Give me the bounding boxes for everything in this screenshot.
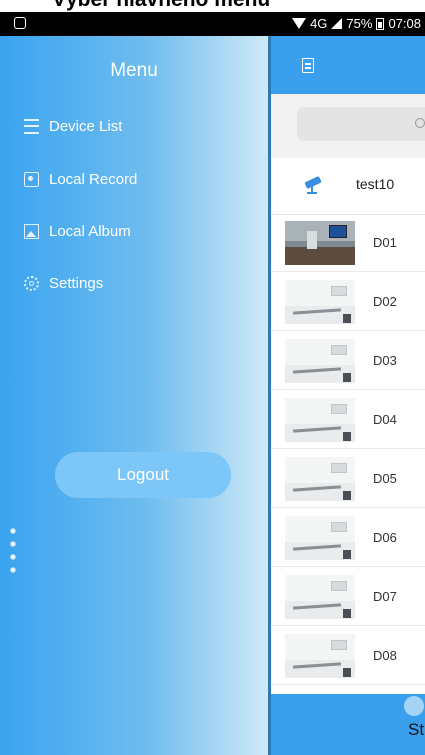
status-time: 07:08 [388,16,421,31]
channel-label: D04 [373,412,397,427]
channel-thumbnail [285,398,355,442]
channel-thumbnail [285,221,355,265]
notification-icon [14,17,26,29]
channel-thumbnail [285,575,355,619]
signal-icon [331,18,343,29]
gear-icon [24,275,39,291]
handle-dot [10,541,16,547]
channel-row[interactable]: D01 [271,215,425,272]
record-icon [24,171,39,187]
search-bar [271,94,425,158]
channel-row[interactable]: D07 [271,569,425,626]
bottom-bar: St [271,694,425,755]
channel-thumbnail [285,634,355,678]
menu-item-settings[interactable]: Settings [24,270,103,296]
handle-dot [10,567,16,573]
channel-label: D03 [373,353,397,368]
list-icon [24,118,39,134]
channel-row[interactable]: D06 [271,510,425,567]
channel-row[interactable]: D03 [271,333,425,390]
menu-item-label: Settings [49,274,104,292]
main-panel: test10 D01 D02 D03 D04 D05 D06 D07 D08 S… [271,36,425,755]
channel-thumbnail [285,457,355,501]
channel-row[interactable]: D04 [271,392,425,449]
handle-dot [10,554,16,560]
channel-label: D07 [373,589,397,604]
menu-item-local-record[interactable]: Local Record [24,166,137,192]
menu-item-label: Device List [49,117,123,135]
channel-thumbnail [285,339,355,383]
menu-item-label: Local Record [49,170,138,188]
bottom-action-label[interactable]: St [408,720,424,740]
drawer-drag-handle[interactable] [10,528,16,586]
battery-icon [376,17,385,30]
channel-thumbnail [285,516,355,560]
app-header [271,36,425,94]
menu-item-label: Local Album [49,222,131,240]
device-row[interactable]: test10 [271,158,425,215]
battery-percent: 75% [346,16,373,31]
caption-text: Výber hlavného menu [52,0,270,12]
search-icon [415,118,425,128]
drawer-title: Menu [110,60,158,81]
channel-label: D02 [373,294,397,309]
logout-button[interactable]: Logout [55,452,231,498]
menu-item-device-list[interactable]: Device List [24,113,122,139]
device-name: test10 [356,176,395,192]
channel-label: D06 [373,530,397,545]
channel-label: D01 [373,235,397,250]
album-icon [24,223,39,239]
menu-toggle-icon[interactable] [302,58,314,73]
menu-item-local-album[interactable]: Local Album [24,218,131,244]
network-type: 4G [310,16,328,31]
side-drawer: Menu Device List Local Record Local Albu… [0,36,268,755]
handle-dot [10,528,16,534]
status-bar: 4G 75% 07:08 [0,12,425,36]
channel-label: D08 [373,648,397,663]
channel-thumbnail [285,280,355,324]
wifi-icon [292,18,307,29]
channel-label: D05 [373,471,397,486]
channel-row[interactable]: D02 [271,274,425,331]
search-input[interactable] [297,107,425,141]
channel-row[interactable]: D05 [271,451,425,508]
floating-bubble[interactable] [404,696,424,716]
camera-icon [304,174,327,194]
page-caption: Výber hlavného menu [0,0,425,12]
channel-row[interactable]: D08 [271,628,425,685]
